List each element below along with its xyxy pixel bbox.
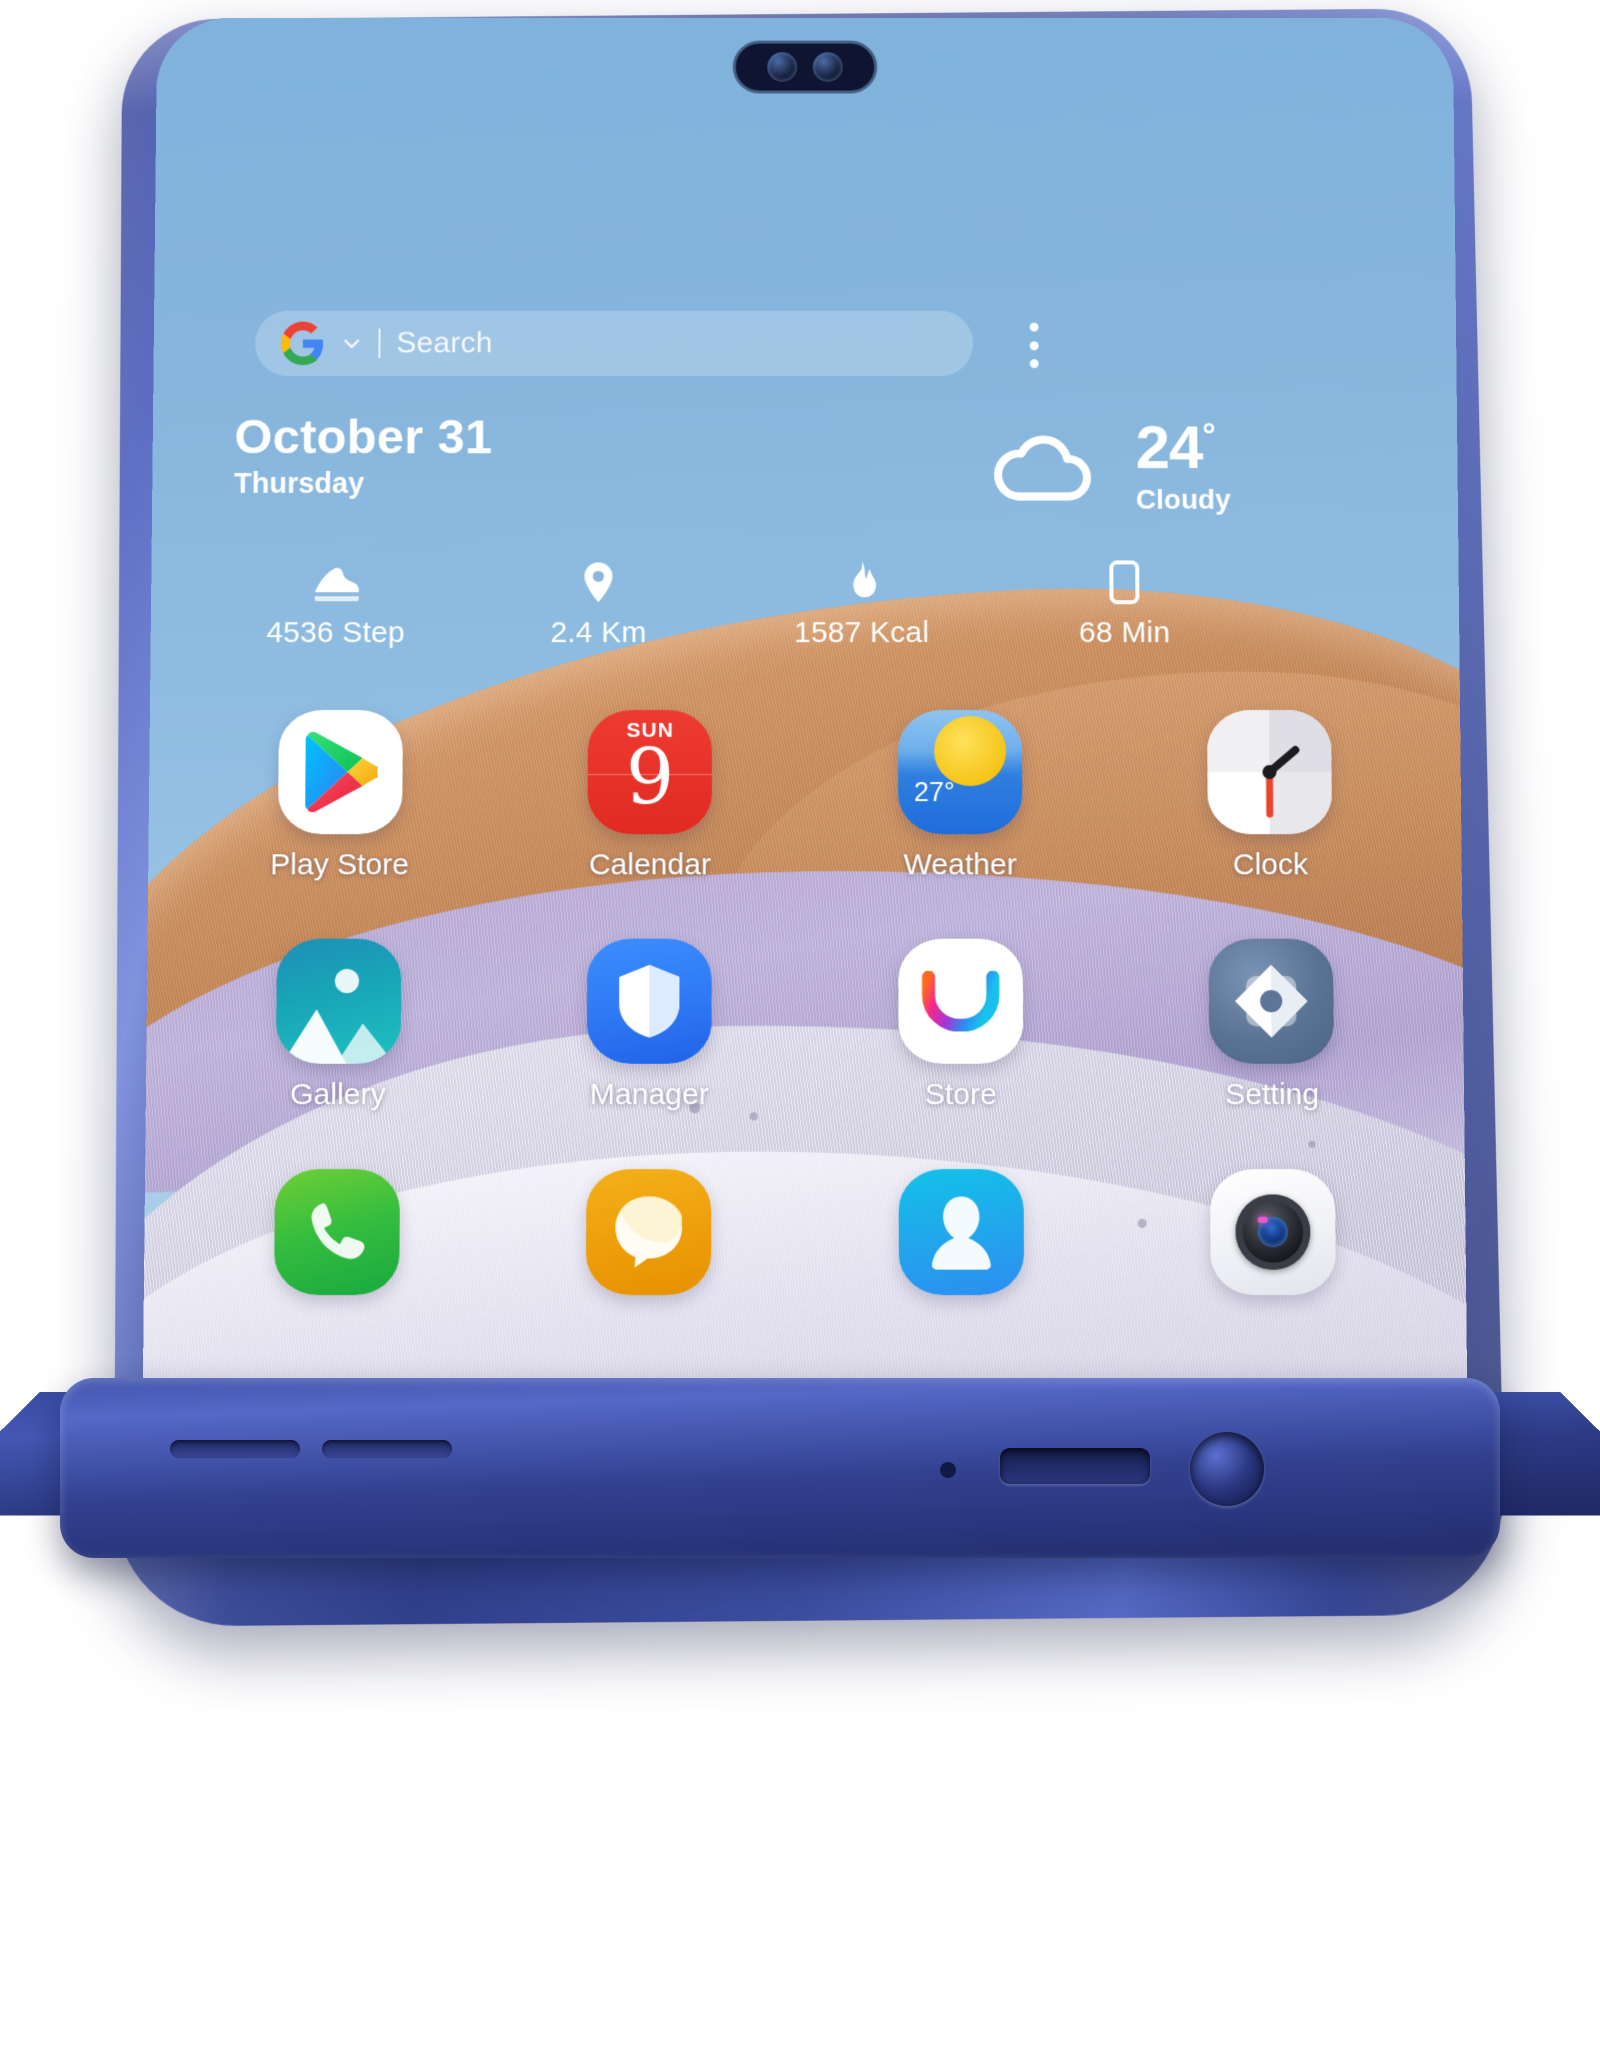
- app-clock[interactable]: Clock: [1169, 709, 1371, 882]
- stat-value: 4536 Step: [266, 616, 405, 650]
- phone-screen-time-icon: [1108, 560, 1140, 604]
- app-store-smile-icon: [898, 938, 1023, 1064]
- app-row-2: Gallery Manager Store Setting: [146, 938, 1465, 1113]
- contacts-person-icon: [898, 1169, 1024, 1296]
- front-camera-lens-secondary-icon: [812, 52, 843, 82]
- weather-icon-temp: 27°: [913, 777, 955, 808]
- sun-icon: [933, 715, 1007, 787]
- weather-icon: 27°: [897, 709, 1023, 835]
- app-label: Clock: [1232, 848, 1309, 882]
- app-label: Gallery: [289, 1077, 386, 1112]
- speaker-grill: [322, 1440, 452, 1458]
- google-search-bar[interactable]: Search: [254, 310, 974, 376]
- app-label: Setting: [1225, 1077, 1320, 1112]
- stat-value: 68 Min: [1078, 616, 1171, 650]
- dock-row: Phone Messages: [144, 1169, 1466, 1296]
- phone-handset-icon: [273, 1169, 400, 1296]
- date-text: October 31: [234, 410, 493, 465]
- app-label: Manager: [589, 1077, 709, 1112]
- camera-lens-icon: [1210, 1169, 1337, 1296]
- chevron-down-icon[interactable]: [341, 333, 363, 355]
- phone-screen: Search October 31 Thursday 24° Cloudy 45…: [142, 18, 1468, 1408]
- search-divider: [378, 328, 381, 359]
- front-camera-notch: [735, 43, 875, 91]
- date-block: October 31 Thursday: [233, 410, 493, 501]
- front-camera-lens-icon: [767, 52, 798, 82]
- weather-block: 24° Cloudy: [988, 412, 1231, 516]
- stat-steps[interactable]: 4536 Step: [221, 560, 451, 650]
- kebab-menu-icon[interactable]: [1029, 322, 1039, 369]
- weather-condition: Cloudy: [1135, 483, 1231, 515]
- usb-c-port: [1000, 1448, 1150, 1484]
- fitness-stats-row: 4536 Step 2.4 Km 1587 Kcal 68 Min: [221, 560, 1240, 650]
- date-weather-widget[interactable]: October 31 Thursday 24° Cloudy: [233, 410, 1231, 531]
- dock-app-messages[interactable]: Messages: [548, 1169, 750, 1296]
- weekday-text: Thursday: [233, 467, 365, 500]
- camera-lens-flare: [1257, 1216, 1269, 1223]
- pin-icon: [582, 560, 616, 604]
- app-label: Calendar: [588, 848, 711, 882]
- stat-value: 2.4 Km: [550, 616, 647, 650]
- app-store[interactable]: Store: [860, 938, 1061, 1113]
- shoe-icon: [309, 560, 363, 604]
- clock-icon: [1207, 709, 1333, 835]
- calendar-day: 9: [625, 731, 675, 822]
- app-setting[interactable]: Setting: [1171, 938, 1373, 1113]
- camera-lens-ring: [1235, 1194, 1311, 1270]
- cloud-icon: [988, 427, 1096, 504]
- app-gallery[interactable]: Gallery: [237, 938, 439, 1113]
- temperature-value: 24°: [1135, 413, 1216, 482]
- app-label: Weather: [903, 848, 1017, 882]
- app-calendar[interactable]: SUN 9 Calendar: [550, 709, 751, 882]
- app-label: Store: [924, 1077, 997, 1112]
- app-manager[interactable]: Manager: [549, 938, 750, 1113]
- settings-gear-icon: [1208, 938, 1335, 1064]
- app-grid: Play Store SUN 9 Calendar 27° Weather Cl…: [143, 709, 1467, 1352]
- phone-bottom-panel: [60, 1378, 1500, 1558]
- calendar-icon: SUN 9: [587, 709, 713, 835]
- app-weather[interactable]: 27° Weather: [860, 709, 1061, 882]
- headphone-jack: [1190, 1432, 1264, 1506]
- gallery-icon: [275, 938, 402, 1064]
- dock-app-contacts[interactable]: Contacts: [860, 1169, 1062, 1296]
- flame-icon: [845, 560, 879, 604]
- play-store-icon: [277, 709, 403, 835]
- app-row-1: Play Store SUN 9 Calendar 27° Weather Cl…: [148, 709, 1462, 882]
- search-input-placeholder[interactable]: Search: [396, 327, 492, 361]
- app-label: Play Store: [270, 848, 410, 882]
- camera-lens-glass: [1257, 1216, 1289, 1248]
- dock-app-phone[interactable]: Phone: [235, 1169, 438, 1296]
- microphone-hole: [940, 1462, 956, 1478]
- screenshot-stage: Search October 31 Thursday 24° Cloudy 45…: [0, 0, 1600, 2048]
- dock-app-camera[interactable]: Camera: [1172, 1169, 1375, 1296]
- message-bubble-icon: [586, 1169, 712, 1296]
- google-g-icon: [280, 321, 324, 366]
- weather-readout: 24° Cloudy: [1135, 413, 1231, 516]
- app-play-store[interactable]: Play Store: [239, 709, 441, 882]
- stat-calories[interactable]: 1587 Kcal: [747, 560, 977, 650]
- stat-value: 1587 Kcal: [794, 616, 930, 650]
- calendar-fold-line: [588, 774, 713, 776]
- speaker-grill: [170, 1440, 300, 1458]
- stat-distance[interactable]: 2.4 Km: [484, 560, 714, 650]
- stat-screen-time[interactable]: 68 Min: [1010, 560, 1240, 650]
- shield-manager-icon: [587, 938, 712, 1064]
